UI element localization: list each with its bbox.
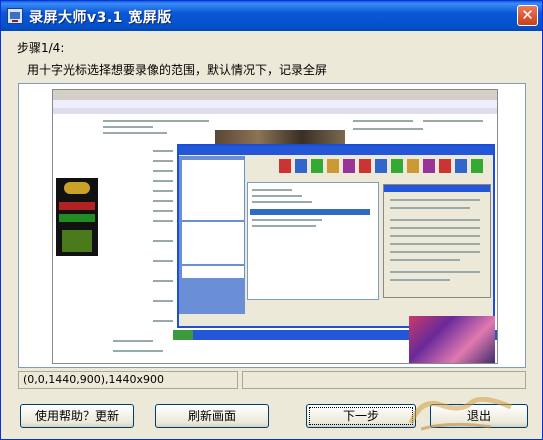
screen-recorder-icon [7,8,23,24]
preview-text-line [353,128,423,130]
preview-toolbar-icon [423,159,435,173]
close-icon: ✕ [521,6,534,24]
preview-toolbar-icon [295,159,307,173]
preview-text-line [390,243,480,245]
preview-text-line [353,120,413,122]
preview-text-line [423,120,483,122]
preview-explorer-sidepane [179,156,245,314]
site-watermark-logo [408,396,512,431]
status-panel [242,371,526,389]
preview-side-box [182,160,244,220]
preview-text-line [390,219,480,221]
preview-text-line [113,350,163,352]
preview-text-line [153,150,173,152]
preview-app-window [177,144,495,328]
preview-text-line [103,132,167,134]
preview-dialog-titlebar [384,185,490,192]
preview-text-line [153,220,173,222]
preview-toolbar-icon [375,159,387,173]
preview-ad-banner [56,178,98,256]
preview-toolbar-icon [359,159,371,173]
preview-text-line [390,227,480,229]
preview-text-line [252,189,292,191]
instruction-text: 用十字光标选择想要录像的范围，默认情况下，记录全屏 [27,63,328,77]
preview-text-line [252,195,302,197]
preview-text-line [103,126,153,128]
preview-toolbar-icon [439,159,451,173]
preview-text-line [390,251,480,253]
preview-text-line [153,280,173,282]
preview-text-line [252,219,322,221]
preview-toolbar-icon [343,159,355,173]
preview-file-list [247,182,379,300]
capture-region-readout: (0,0,1440,900),1440x900 [18,371,238,389]
preview-toolbar-icon [327,159,339,173]
preview-toolbar-icon [311,159,323,173]
preview-text-line [390,199,480,201]
preview-ad-strip [59,214,95,222]
preview-ad-image [62,230,92,252]
next-button[interactable]: 下一步 [306,404,416,428]
preview-text-line [153,300,173,302]
preview-text-line [113,340,153,342]
preview-app-toolbar [275,156,493,178]
help-update-button[interactable]: 使用帮助？更新 [20,404,134,428]
preview-side-box [182,222,244,264]
preview-toolbar-icon [391,159,403,173]
preview-text-line [153,200,173,202]
preview-text-line [390,207,470,209]
preview-toolbar-icon [407,159,419,173]
preview-side-box [182,266,244,278]
preview-dialog [383,184,491,298]
preview-start-button [173,330,193,340]
preview-text-line [153,210,173,212]
window-title: 录屏大师v3.1 宽屏版 [29,10,172,26]
preview-text-line [153,170,173,172]
preview-text-line [390,271,480,273]
screen-preview-thumbnail[interactable] [52,89,498,364]
preview-toolbar-icon [455,159,467,173]
preview-text-line [153,160,173,162]
refresh-button[interactable]: 刷新画面 [155,404,269,428]
main-window: 录屏大师v3.1 宽屏版 ✕ 步骤1/4: 用十字光标选择想要录像的范围，默认情… [0,0,543,440]
preview-toolbar-icon [471,159,483,173]
preview-toolbar-icon [279,159,291,173]
close-button[interactable]: ✕ [517,5,538,26]
step-label: 步骤1/4: [17,41,65,55]
preview-text-line [390,279,450,281]
preview-text-line [153,260,173,262]
preview-text-line [252,201,312,203]
preview-text-line [153,190,173,192]
preview-selected-row [250,209,370,215]
preview-text-line [153,320,173,322]
preview-anime-banner [409,316,495,363]
preview-text-line [390,235,480,237]
capture-preview-frame [18,83,526,368]
preview-address-bar [53,108,497,114]
preview-text-line [252,225,316,227]
title-bar[interactable]: 录屏大师v3.1 宽屏版 ✕ [1,1,542,31]
preview-ad-logo [64,182,90,194]
preview-text-line [153,180,173,182]
preview-text-line [149,120,209,122]
preview-text-line [153,240,173,242]
preview-app-titlebar [179,146,493,155]
preview-ad-strip [59,202,95,210]
preview-text-line [390,259,460,261]
